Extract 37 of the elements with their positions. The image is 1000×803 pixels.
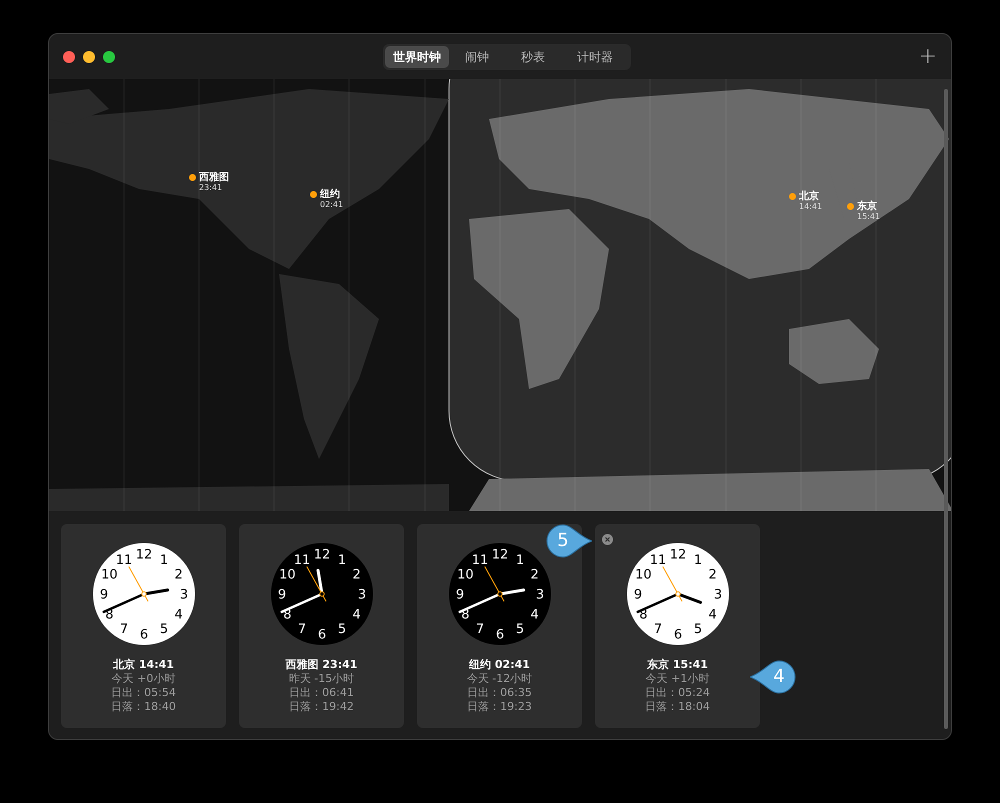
- callout-number: 4: [772, 665, 786, 689]
- time-label: 14:41: [799, 203, 822, 211]
- day-offset: 今天 -12小时: [466, 672, 532, 686]
- day-offset: 昨天 -15小时: [288, 672, 354, 686]
- time-label: 23:41: [199, 184, 224, 192]
- clock-title: 北京 14:41: [113, 658, 174, 672]
- clock-title: 东京 15:41: [647, 658, 708, 672]
- day-offset: 今天 +0小时: [112, 672, 176, 686]
- clock-title: 西雅图 23:41: [286, 658, 358, 672]
- remove-button[interactable]: [602, 534, 613, 545]
- sunset-time: 日落：19:23: [467, 700, 532, 714]
- tab[interactable]: 世界时钟: [385, 46, 449, 68]
- tab[interactable]: 计时器: [561, 46, 629, 68]
- add-button[interactable]: +: [918, 46, 937, 68]
- city-label: 北京: [799, 192, 820, 202]
- close-icon: [605, 537, 610, 542]
- sunrise-time: 日出：05:54: [111, 686, 176, 700]
- sunrise-time: 日出：06:35: [467, 686, 532, 700]
- time-label: 15:41: [857, 213, 880, 221]
- sunrise-time: 日出：06:41: [289, 686, 354, 700]
- day-offset: 今天 +1小时: [646, 672, 710, 686]
- callout-number: 5: [556, 529, 570, 553]
- sunset-time: 日落：18:04: [645, 700, 710, 714]
- close-button[interactable]: [63, 50, 75, 62]
- city-label: 西雅图: [199, 173, 229, 183]
- scrollbar[interactable]: [944, 89, 948, 729]
- city-label: 纽约: [320, 190, 341, 200]
- sunset-time: 日落：19:42: [289, 700, 354, 714]
- time-label: 02:41: [320, 201, 344, 209]
- city-label: 东京: [857, 202, 878, 212]
- minimize-button[interactable]: [83, 50, 95, 62]
- sunset-time: 日落：18:40: [111, 700, 176, 714]
- zoom-button[interactable]: [103, 50, 115, 62]
- clock-title: 纽约 02:41: [469, 658, 530, 672]
- tab[interactable]: 秒表: [505, 46, 561, 68]
- tab[interactable]: 闹钟: [449, 46, 505, 68]
- sunrise-time: 日出：05:24: [645, 686, 710, 700]
